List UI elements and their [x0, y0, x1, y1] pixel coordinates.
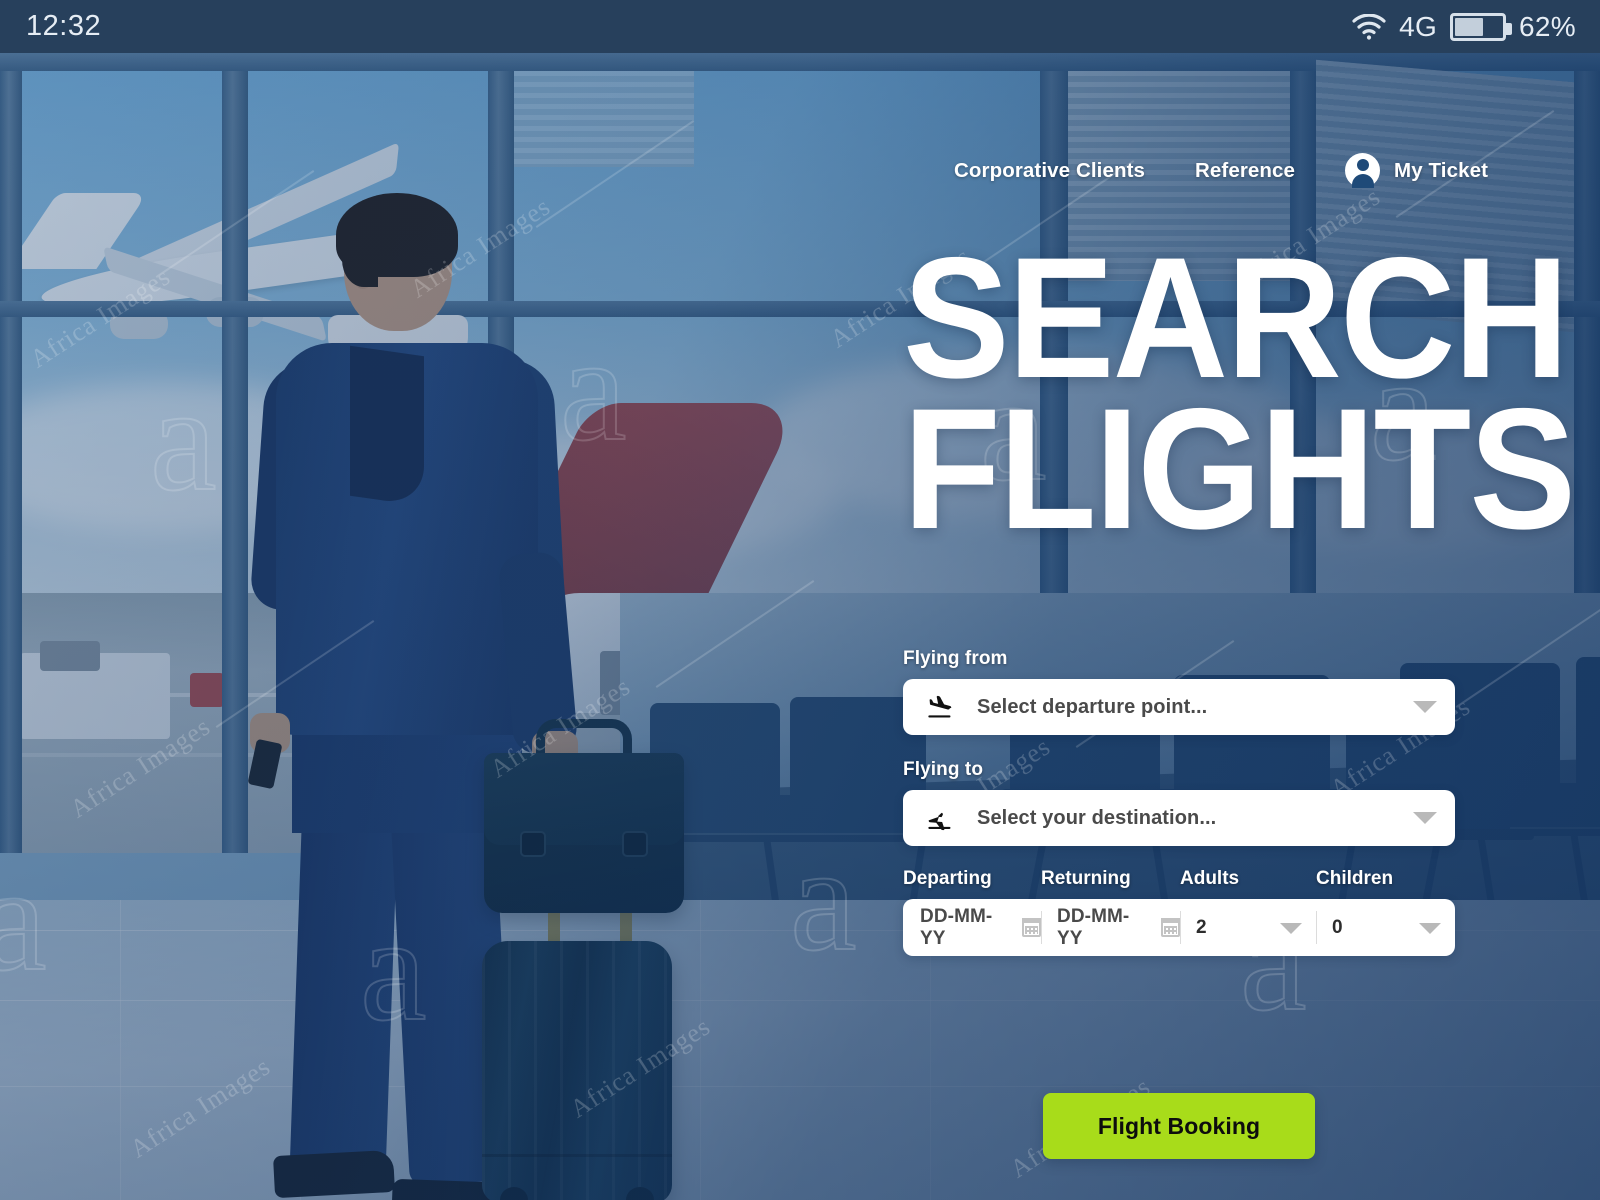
calendar-icon[interactable] [1022, 918, 1041, 937]
flight-search-form: Flying from Select departure point... Fl… [903, 648, 1455, 956]
battery-icon [1450, 12, 1513, 41]
chevron-down-icon[interactable] [1419, 922, 1441, 934]
children-value: 0 [1332, 916, 1343, 938]
chevron-down-icon[interactable] [1413, 701, 1437, 713]
user-avatar-icon [1345, 153, 1381, 188]
app-screen: a a a a a a a a Africa Images Africa Ima… [0, 0, 1600, 1200]
returning-date-value: DD-MM-YY [1057, 905, 1130, 949]
network-type-label: 4G [1399, 10, 1438, 42]
children-select[interactable]: 0 [1316, 899, 1455, 956]
returning-date-input[interactable]: DD-MM-YY [1041, 899, 1180, 956]
departing-label: Departing [903, 868, 992, 889]
field-flying-to: Flying to Select your destination... [903, 759, 1455, 846]
page-title-line-2: FLIGHTS [903, 373, 1576, 566]
wifi-icon [1352, 13, 1386, 40]
flying-to-label: Flying to [903, 759, 984, 780]
submit-area: Flight Booking [1043, 1093, 1315, 1159]
adults-value: 2 [1196, 916, 1207, 938]
status-clock: 12:32 [26, 10, 102, 42]
passenger-date-labels: Departing Returning Adults Children [903, 868, 1455, 890]
flying-from-select[interactable]: Select departure point... [903, 679, 1455, 735]
children-label: Children [1316, 868, 1394, 889]
my-ticket-label: My Ticket [1394, 158, 1488, 182]
plane-departure-icon [925, 693, 955, 721]
departing-date-input[interactable]: DD-MM-YY [903, 899, 1041, 956]
flying-from-value: Select departure point... [977, 695, 1208, 718]
calendar-icon[interactable] [1161, 918, 1180, 937]
battery-percentage: 62% [1519, 10, 1576, 42]
flying-to-value: Select your destination... [977, 806, 1217, 829]
nav-reference[interactable]: Reference [1195, 159, 1295, 183]
nav-corporative-clients[interactable]: Corporative Clients [954, 159, 1145, 183]
departing-date-value: DD-MM-YY [920, 905, 993, 949]
my-ticket-account-link[interactable]: My Ticket [1345, 153, 1488, 188]
page-content: Corporative Clients Reference My Ticket … [0, 53, 1600, 1200]
flight-booking-button[interactable]: Flight Booking [1043, 1093, 1315, 1159]
adults-select[interactable]: 2 [1180, 899, 1316, 956]
field-flying-from: Flying from Select departure point... [903, 648, 1455, 735]
returning-label: Returning [1041, 868, 1131, 889]
passenger-date-row: DD-MM-YY DD-MM-YY 2 0 [903, 899, 1455, 956]
page-title: SEARCH FLIGHTS [903, 232, 1576, 566]
flying-from-label: Flying from [903, 648, 1008, 669]
status-indicators: 4G 62% [1352, 11, 1576, 43]
flying-to-select[interactable]: Select your destination... [903, 790, 1455, 846]
status-bar: 12:32 4G 62% [0, 0, 1600, 53]
chevron-down-icon[interactable] [1413, 812, 1437, 824]
chevron-down-icon[interactable] [1280, 922, 1302, 934]
plane-arrival-icon [925, 804, 955, 832]
adults-label: Adults [1180, 868, 1240, 889]
top-navigation: Corporative Clients Reference My Ticket [954, 153, 1488, 188]
